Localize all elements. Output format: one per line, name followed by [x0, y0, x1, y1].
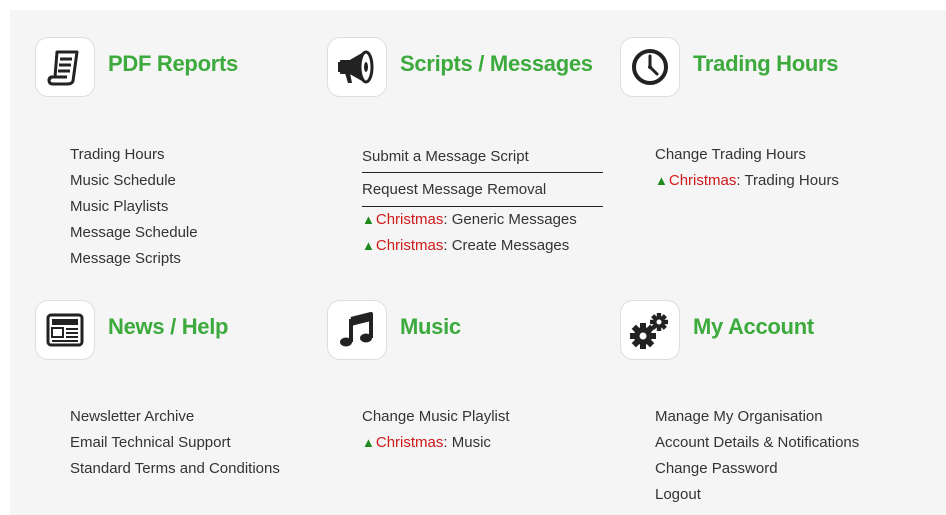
dashboard-panel: PDF Reports Trading Hours Music Schedule… — [10, 10, 946, 515]
link-change-password[interactable]: Change Password — [655, 456, 859, 482]
megaphone-icon[interactable] — [327, 37, 387, 97]
scripts-messages-links: Submit a Message Script Request Message … — [362, 142, 603, 259]
report-document-icon[interactable] — [35, 37, 95, 97]
music-note-icon[interactable] — [327, 300, 387, 360]
section-title-my-account[interactable]: My Account — [693, 314, 814, 340]
link-christmas-music[interactable]: ▲Christmas: Music — [362, 430, 510, 456]
link-pdf-message-scripts[interactable]: Message Scripts — [70, 246, 198, 272]
trading-hours-links: Change Trading Hours ▲Christmas: Trading… — [655, 142, 839, 194]
newspaper-icon[interactable] — [35, 300, 95, 360]
link-request-message-removal[interactable]: Request Message Removal — [362, 173, 603, 207]
link-christmas-generic-messages[interactable]: ▲Christmas: Generic Messages — [362, 207, 603, 233]
christmas-tree-icon: ▲ — [362, 238, 375, 253]
link-pdf-music-schedule[interactable]: Music Schedule — [70, 168, 198, 194]
link-christmas-create-messages[interactable]: ▲Christmas: Create Messages — [362, 233, 603, 259]
link-logout[interactable]: Logout — [655, 482, 859, 508]
link-newsletter-archive[interactable]: Newsletter Archive — [70, 404, 280, 430]
music-links: Change Music Playlist ▲Christmas: Music — [362, 404, 510, 456]
christmas-tree-icon: ▲ — [655, 173, 668, 188]
christmas-tree-icon: ▲ — [362, 435, 375, 450]
link-email-technical-support[interactable]: Email Technical Support — [70, 430, 280, 456]
link-christmas-trading-hours[interactable]: ▲Christmas: Trading Hours — [655, 168, 839, 194]
link-account-details-notifications[interactable]: Account Details & Notifications — [655, 430, 859, 456]
clock-icon[interactable] — [620, 37, 680, 97]
news-help-links: Newsletter Archive Email Technical Suppo… — [70, 404, 280, 482]
pdf-reports-links: Trading Hours Music Schedule Music Playl… — [70, 142, 198, 272]
christmas-tree-icon: ▲ — [362, 212, 375, 227]
link-pdf-trading-hours[interactable]: Trading Hours — [70, 142, 198, 168]
section-title-music[interactable]: Music — [400, 314, 461, 340]
gears-icon[interactable] — [620, 300, 680, 360]
section-title-news-help[interactable]: News / Help — [108, 314, 228, 340]
link-pdf-message-schedule[interactable]: Message Schedule — [70, 220, 198, 246]
link-pdf-music-playlists[interactable]: Music Playlists — [70, 194, 198, 220]
link-standard-terms[interactable]: Standard Terms and Conditions — [70, 456, 280, 482]
section-title-scripts-messages[interactable]: Scripts / Messages — [400, 51, 593, 77]
link-submit-message-script[interactable]: Submit a Message Script — [362, 142, 603, 173]
link-change-music-playlist[interactable]: Change Music Playlist — [362, 404, 510, 430]
link-change-trading-hours[interactable]: Change Trading Hours — [655, 142, 839, 168]
section-title-trading-hours[interactable]: Trading Hours — [693, 51, 839, 77]
section-title-pdf-reports[interactable]: PDF Reports — [108, 51, 238, 77]
link-manage-organisation[interactable]: Manage My Organisation — [655, 404, 859, 430]
my-account-links: Manage My Organisation Account Details &… — [655, 404, 859, 508]
